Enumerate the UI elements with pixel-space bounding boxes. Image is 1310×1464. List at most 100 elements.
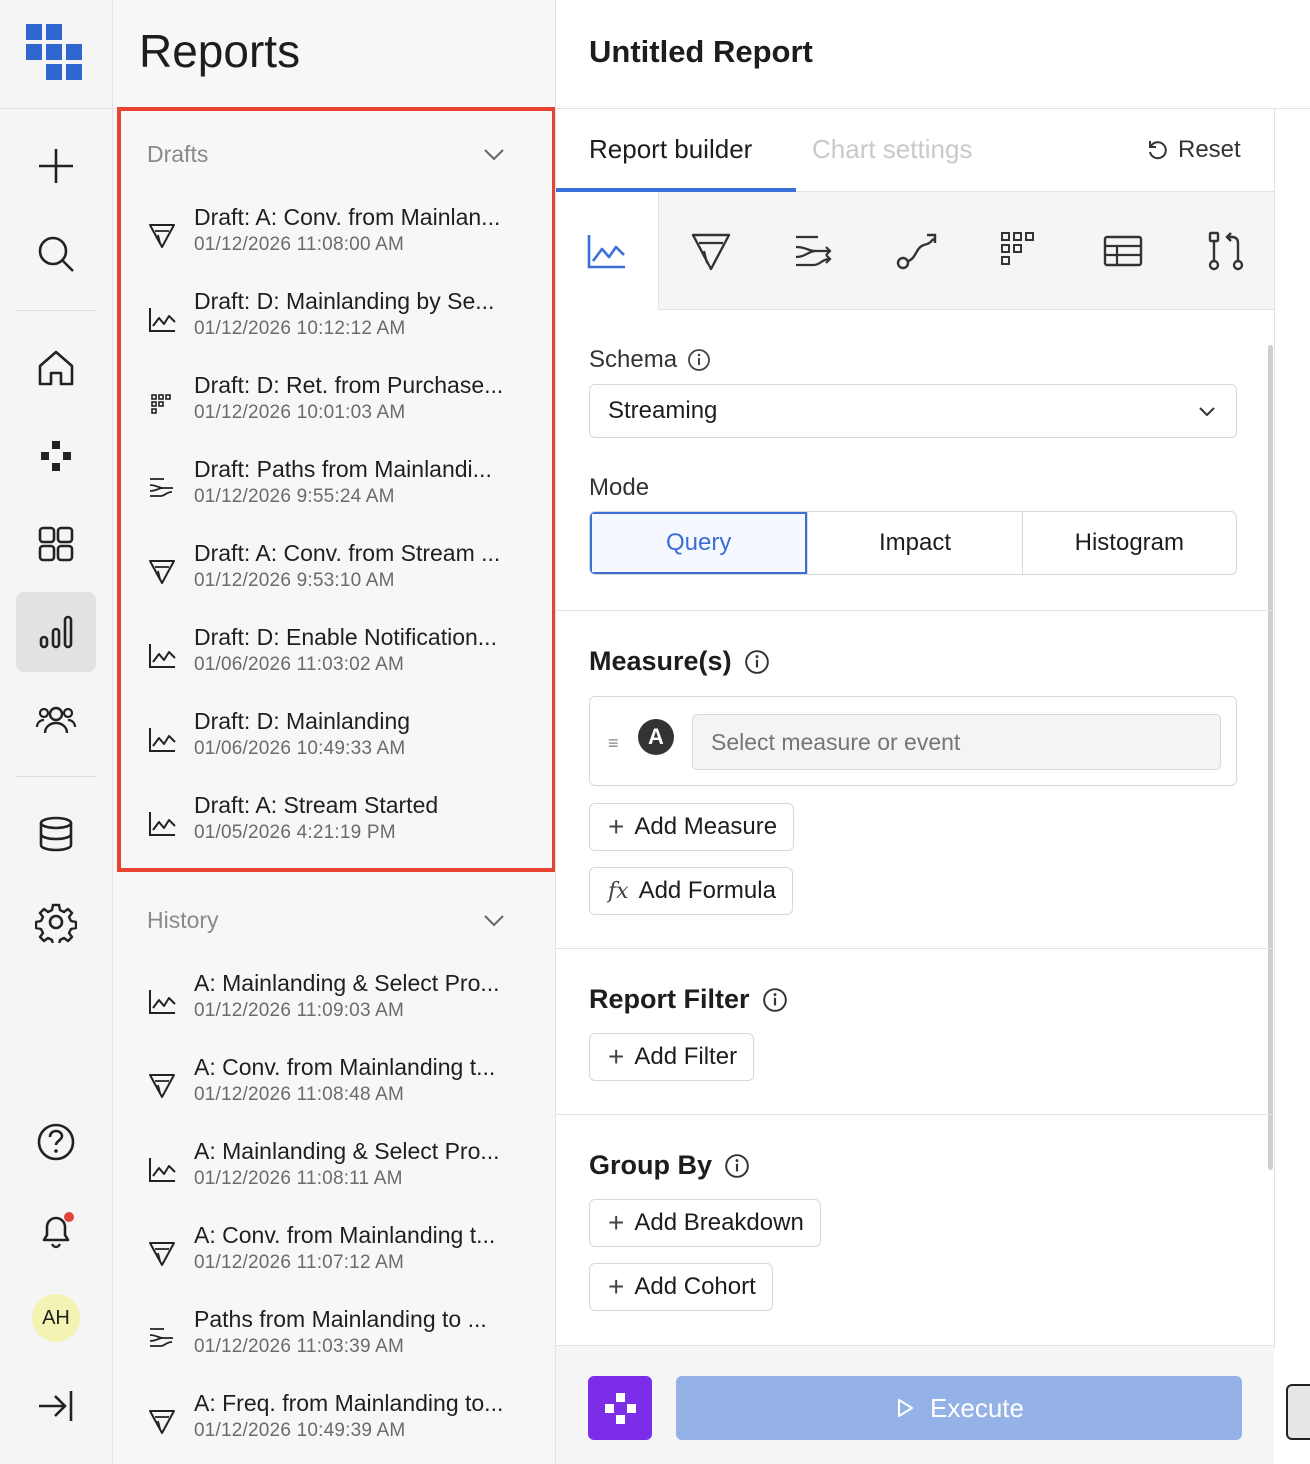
funnel-icon [147,220,177,250]
tab-report-builder[interactable]: Report builder [589,134,752,165]
report-title[interactable]: Untitled Report [589,34,813,70]
compare-icon [1208,231,1243,271]
avatar[interactable]: AH [32,1294,80,1342]
data-button[interactable] [16,794,96,874]
add-filter-button[interactable]: + Add Filter [589,1033,755,1081]
report-name: Draft: D: Mainlanding [194,708,411,734]
measure-input[interactable] [692,714,1221,770]
info-icon [744,649,769,674]
collapse-sidebar-button[interactable] [16,1366,96,1446]
history-list-item[interactable]: Paths from Mainlanding to ... 01/12/2026 … [141,1304,521,1376]
journey-icon [896,233,936,270]
chevron-down-icon [484,149,504,161]
add-measure-button[interactable]: + Add Measure [589,803,795,851]
history-section-header[interactable]: History [147,900,507,940]
chevron-down-icon [1199,407,1215,417]
drag-handle-icon[interactable]: ≡ [608,733,619,754]
cohorts-button[interactable] [16,680,96,760]
home-button[interactable] [16,328,96,408]
page-title: Reports [139,25,301,77]
settings-button[interactable] [16,882,96,962]
new-report-button[interactable] [16,126,96,206]
report-name: Draft: A: Conv. from Stream ... [194,540,501,566]
history-list-item[interactable]: A: Mainlanding & Select Pro... 01/12/2026… [141,968,521,1040]
mode-impact[interactable]: Impact [807,512,1021,574]
help-button[interactable] [16,1102,96,1182]
app-grid-logo[interactable] [26,24,84,80]
tab-chart-settings[interactable]: Chart settings [812,134,972,165]
reports-button[interactable] [16,592,96,672]
report-name: A: Conv. from Mainlanding t... [194,1054,496,1080]
plus-icon: + [608,1041,625,1072]
report-type-retention[interactable] [968,192,1071,310]
plus-icon [39,149,73,183]
draft-list-item[interactable]: Draft: D: Ret. from Purchase... 01/12/202… [141,370,521,442]
events-button[interactable] [16,416,96,496]
users-icon [35,706,77,734]
draft-list-item[interactable]: Draft: Paths from Mainlandi... 01/12/2026… [141,454,521,526]
dashboard-icon [38,526,74,562]
draft-list-item[interactable]: Draft: A: Conv. from Stream ... 01/12/202… [141,538,521,610]
reports-panel: Reports Drafts Draft: A: Conv. from Main… [113,0,556,1464]
report-editor: Untitled Report Report builder Chart set… [556,0,1310,1464]
notifications-button[interactable] [16,1190,96,1270]
report-timestamp: 01/12/2026 11:03:39 AM [194,1336,405,1357]
history-list-item[interactable]: A: Freq. from Mainlanding to... 01/12/202… [141,1388,521,1460]
draft-list-item[interactable]: Draft: A: Conv. from Mainlan... 01/12/202… [141,202,521,274]
line-chart-icon [147,724,177,754]
history-list-item[interactable]: A: Mainlanding & Select Pro... 01/12/2026… [141,1136,521,1208]
schema-label: Schema [589,346,711,374]
add-formula-button[interactable]: fx Add Formula [589,867,793,915]
search-button[interactable] [16,214,96,294]
schema-select[interactable]: Streaming [589,384,1237,438]
info-icon [688,349,710,371]
report-timestamp: 01/05/2026 4:21:19 PM [194,822,396,843]
report-type-journey[interactable] [865,192,968,310]
scrollbar[interactable] [1268,345,1273,1170]
line-chart-icon [147,986,177,1016]
report-name: Draft: Paths from Mainlandi... [194,456,492,482]
report-timestamp: 01/12/2026 10:49:39 AM [194,1420,406,1441]
plus-icon: + [608,811,625,842]
reset-label: Reset [1178,136,1241,163]
report-type-insights[interactable] [556,192,659,310]
report-timestamp: 01/12/2026 11:08:11 AM [194,1168,403,1189]
draft-list-item[interactable]: Draft: A: Stream Started 01/05/2026 4:21:… [141,790,521,862]
mode-histogram[interactable]: Histogram [1021,512,1236,574]
add-cohort-button[interactable]: + Add Cohort [589,1263,773,1311]
report-timestamp: 01/12/2026 10:01:03 AM [194,402,406,423]
offscreen-panel-edge [1286,1384,1310,1440]
left-rail: AH [0,0,113,1464]
execute-button[interactable]: Execute [676,1376,1242,1440]
help-icon [37,1123,75,1161]
drafts-section-header[interactable]: Drafts [147,134,507,174]
history-list-item[interactable]: A: Conv. from Mainlanding t... 01/12/2026… [141,1220,521,1292]
add-breakdown-button[interactable]: + Add Breakdown [589,1199,821,1247]
home-icon [38,350,74,386]
draft-list-item[interactable]: Draft: D: Enable Notification... 01/06/20… [141,622,521,694]
report-type-table[interactable] [1071,192,1174,310]
mode-query[interactable]: Query [590,512,808,574]
draft-list-item[interactable]: Draft: D: Mainlanding by Se... 01/12/2026… [141,286,521,358]
nodes-icon [605,1393,636,1424]
report-name: Draft: D: Enable Notification... [194,624,497,650]
ai-assistant-button[interactable] [588,1376,652,1440]
report-name: A: Mainlanding & Select Pro... [194,1138,500,1164]
paths-icon [795,235,832,267]
history-list-item[interactable]: A: Conv. from Mainlanding t... 01/12/2026… [141,1052,521,1124]
report-type-funnel[interactable] [659,192,762,310]
measure-badge: A [638,719,674,755]
report-name: Draft: A: Conv. from Mainlan... [194,204,501,230]
report-type-compare[interactable] [1174,192,1277,310]
report-timestamp: 01/12/2026 10:12:12 AM [194,318,406,339]
dashboards-button[interactable] [16,504,96,584]
nodes-icon [41,441,71,471]
funnel-icon [691,233,730,271]
reset-button[interactable]: Reset [1146,136,1241,164]
measures-heading: Measure(s) [589,646,770,677]
report-type-paths[interactable] [762,192,865,310]
draft-list-item[interactable]: Draft: D: Mainlanding 01/06/2026 10:49:33… [141,706,521,778]
retention-grid-icon [147,388,177,418]
line-chart-icon [147,1154,177,1184]
mode-segmented-control: Query Impact Histogram [589,511,1237,575]
